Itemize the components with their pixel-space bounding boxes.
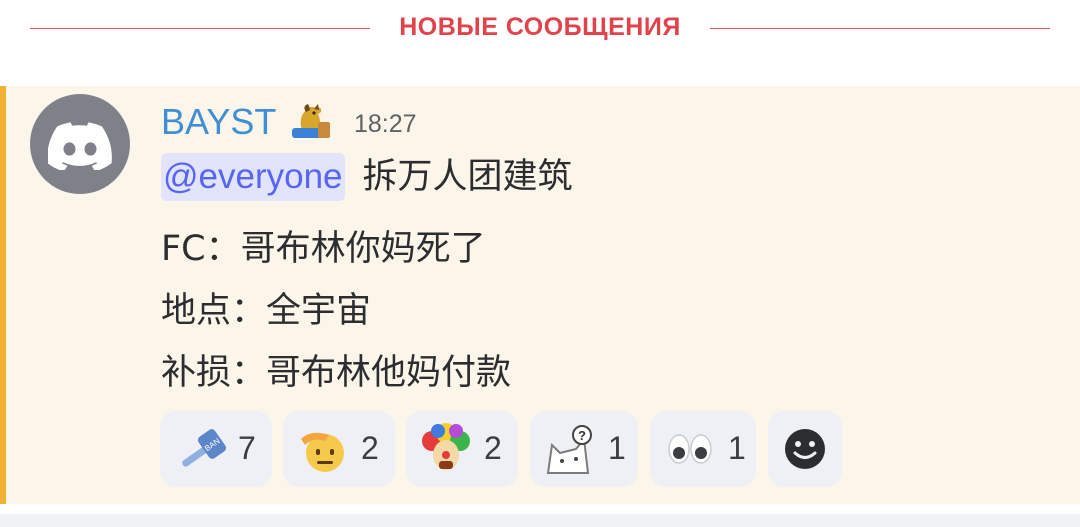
message-line-4: 补损：哥布林他妈付款 xyxy=(161,353,512,393)
message-line-1: @everyone 拆万人团建筑 xyxy=(161,148,573,201)
next-message-area xyxy=(0,514,1080,527)
new-messages-label: НОВЫЕ СООБЩЕНИЯ xyxy=(399,13,681,41)
clown-emoji-icon xyxy=(422,423,470,470)
divider-line-right xyxy=(710,28,1050,29)
reaction-count: 2 xyxy=(484,430,502,466)
new-messages-divider: НОВЫЕ СООБЩЕНИЯ xyxy=(0,0,1080,60)
reaction-clown[interactable]: 2 xyxy=(406,411,518,487)
message-line-2: FC：哥布林你妈死了 xyxy=(161,229,486,269)
salute-face-emoji-icon xyxy=(301,432,344,472)
divider-line-left xyxy=(30,28,370,29)
message-line-3: 地点：全宇宙 xyxy=(161,291,372,331)
hammer-emoji-icon: BAN xyxy=(182,429,227,467)
horse-badge-icon xyxy=(292,104,330,138)
author-name[interactable]: BAYST xyxy=(161,101,276,143)
reaction-salute[interactable]: 2 xyxy=(283,411,395,487)
reaction-count: 7 xyxy=(238,430,256,466)
svg-text:?: ? xyxy=(578,428,586,443)
message[interactable]: BAYST 18:27 @everyone 拆万人团建筑 FC：哥布林你妈死了 地… xyxy=(0,86,1080,504)
eyes-emoji-icon xyxy=(668,434,712,464)
reaction-count: 1 xyxy=(728,430,746,466)
message-text: 拆万人团建筑 xyxy=(362,157,573,197)
add-reaction-smiley-icon xyxy=(785,429,825,469)
avatar[interactable] xyxy=(30,94,130,194)
reaction-confused-cat[interactable]: ? 1 xyxy=(530,411,638,487)
message-timestamp: 18:27 xyxy=(354,110,417,138)
everyone-mention[interactable]: @everyone xyxy=(161,153,345,201)
reaction-eyes[interactable]: 1 xyxy=(650,411,756,487)
reaction-hammer[interactable]: BAN 7 xyxy=(160,411,272,487)
add-reaction-button[interactable] xyxy=(768,411,842,487)
discord-logo-icon xyxy=(48,122,112,170)
confused-cat-emoji-icon: ? xyxy=(546,425,592,474)
reaction-count: 2 xyxy=(361,430,379,466)
mention-highlight-bar xyxy=(0,86,6,504)
reaction-count: 1 xyxy=(608,430,626,466)
